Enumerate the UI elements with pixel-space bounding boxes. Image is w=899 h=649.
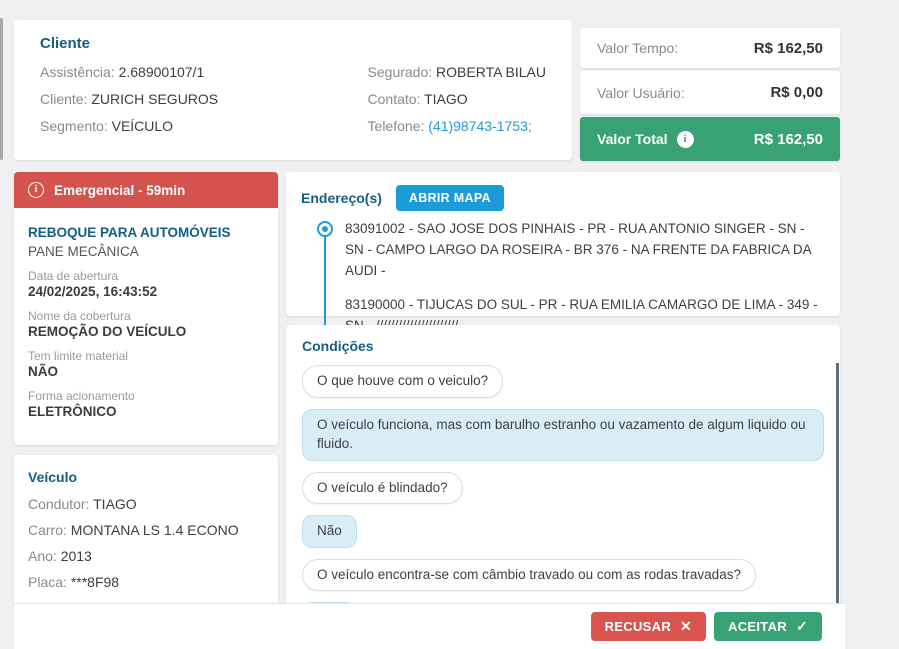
plate-value: ***8F98 (71, 574, 119, 590)
assistance-value: 2.68900107/1 (119, 64, 205, 80)
addresses-title: Endereço(s) (301, 190, 382, 206)
client-card-title: Cliente (40, 35, 546, 52)
client-field: Cliente: ZURICH SEGUROS (40, 86, 368, 113)
addresses-card: Endereço(s) ABRIR MAPA 83091002 - SAO JO… (286, 172, 840, 316)
conditions-scrollbar[interactable] (836, 363, 839, 603)
material-limit-field: Tem limite material NÃO (28, 349, 264, 379)
service-name: REBOQUE PARA AUTOMÓVEIS (28, 225, 264, 240)
client-card: Cliente Assistência: 2.68900107/1 Client… (14, 20, 572, 160)
emergency-banner: i Emergencial - 59min (14, 172, 278, 208)
refuse-button[interactable]: RECUSAR ✕ (591, 612, 706, 641)
value-time-row: Valor Tempo: R$ 162,50 (580, 28, 840, 68)
x-icon: ✕ (680, 618, 692, 635)
value-total-label: Valor Total (597, 131, 668, 147)
vehicle-card: Veículo Condutor: TIAGO Carro: MONTANA L… (14, 455, 278, 603)
coverage-value: REMOÇÃO DO VEÍCULO (28, 324, 264, 339)
open-date-value: 24/02/2025, 16:43:52 (28, 284, 264, 299)
vehicle-card-title: Veículo (28, 469, 264, 485)
car-value: MONTANA LS 1.4 ECONO (71, 522, 239, 538)
value-total-amount: R$ 162,50 (754, 131, 823, 148)
activation-field: Forma acionamento ELETRÔNICO (28, 389, 264, 419)
open-map-button[interactable]: ABRIR MAPA (396, 185, 504, 211)
segment-field: Segmento: VEÍCULO (40, 113, 368, 140)
accept-button-label: ACEITAR (728, 619, 787, 634)
value-total-row: Valor Total i R$ 162,50 (580, 117, 840, 161)
client-fields-right: Segurado: ROBERTA BILAU Contato: TIAGO T… (368, 59, 546, 140)
material-limit-value: NÃO (28, 364, 264, 379)
page-scrollbar[interactable] (0, 18, 3, 160)
client-fields: Assistência: 2.68900107/1 Cliente: ZURIC… (40, 59, 546, 140)
contact-value: TIAGO (424, 91, 468, 107)
timeline-connector (324, 231, 326, 335)
info-icon: i (28, 182, 44, 198)
client-value: ZURICH SEGUROS (91, 91, 218, 107)
value-time-amount: R$ 162,50 (754, 40, 823, 57)
address-timeline: 83091002 - SAO JOSE DOS PINHAIS - PR - R… (301, 219, 825, 337)
value-time-label: Valor Tempo: (597, 40, 678, 56)
insured-value: ROBERTA BILAU (436, 64, 546, 80)
check-icon: ✓ (796, 618, 808, 635)
question-bubble: O veículo encontra-se com câmbio travado… (302, 559, 756, 592)
plate-field: Placa: ***8F98 (28, 569, 264, 595)
origin-address: 83091002 - SAO JOSE DOS PINHAIS - PR - R… (345, 219, 825, 282)
value-user-amount: R$ 0,00 (770, 84, 823, 101)
driver-value: TIAGO (93, 496, 137, 512)
total-info-icon[interactable]: i (677, 131, 694, 148)
value-user-label: Valor Usuário: (597, 85, 685, 101)
answer-bubble: O veículo funciona, mas com barulho estr… (302, 409, 824, 461)
year-field: Ano: 2013 (28, 543, 264, 569)
open-date-field: Data de abertura 24/02/2025, 16:43:52 (28, 269, 264, 299)
activation-value: ELETRÔNICO (28, 404, 264, 419)
assistance-dispatch-page: Cliente Assistência: 2.68900107/1 Client… (0, 0, 899, 649)
assistance-field: Assistência: 2.68900107/1 (40, 59, 368, 86)
service-problem: PANE MECÂNICA (28, 244, 264, 259)
driver-field: Condutor: TIAGO (28, 491, 264, 517)
year-value: 2013 (61, 548, 92, 564)
action-footer: RECUSAR ✕ ACEITAR ✓ (14, 603, 845, 649)
origin-radio-icon[interactable] (317, 221, 333, 237)
answer-bubble: Não (302, 515, 357, 548)
phone-link[interactable]: (41)98743-1753; (428, 118, 532, 134)
question-bubble: O que houve com o veiculo? (302, 365, 503, 398)
contact-field: Contato: TIAGO (368, 86, 546, 113)
accept-button[interactable]: ACEITAR ✓ (714, 612, 822, 641)
conditions-card: Condições O que houve com o veiculo? O v… (286, 325, 840, 603)
value-user-row: Valor Usuário: R$ 0,00 (580, 71, 840, 114)
segment-value: VEÍCULO (112, 118, 173, 134)
emergency-banner-label: Emergencial - 59min (54, 183, 185, 198)
refuse-button-label: RECUSAR (605, 619, 671, 634)
conditions-title: Condições (302, 338, 824, 354)
question-bubble: O veículo é blindado? (302, 472, 463, 505)
car-field: Carro: MONTANA LS 1.4 ECONO (28, 517, 264, 543)
client-fields-left: Assistência: 2.68900107/1 Cliente: ZURIC… (40, 59, 368, 140)
phone-field: Telefone: (41)98743-1753; (368, 113, 546, 140)
values-panel: Valor Tempo: R$ 162,50 Valor Usuário: R$… (580, 28, 840, 164)
coverage-field: Nome da cobertura REMOÇÃO DO VEÍCULO (28, 309, 264, 339)
service-card: i Emergencial - 59min REBOQUE PARA AUTOM… (14, 172, 278, 445)
insured-field: Segurado: ROBERTA BILAU (368, 59, 546, 86)
